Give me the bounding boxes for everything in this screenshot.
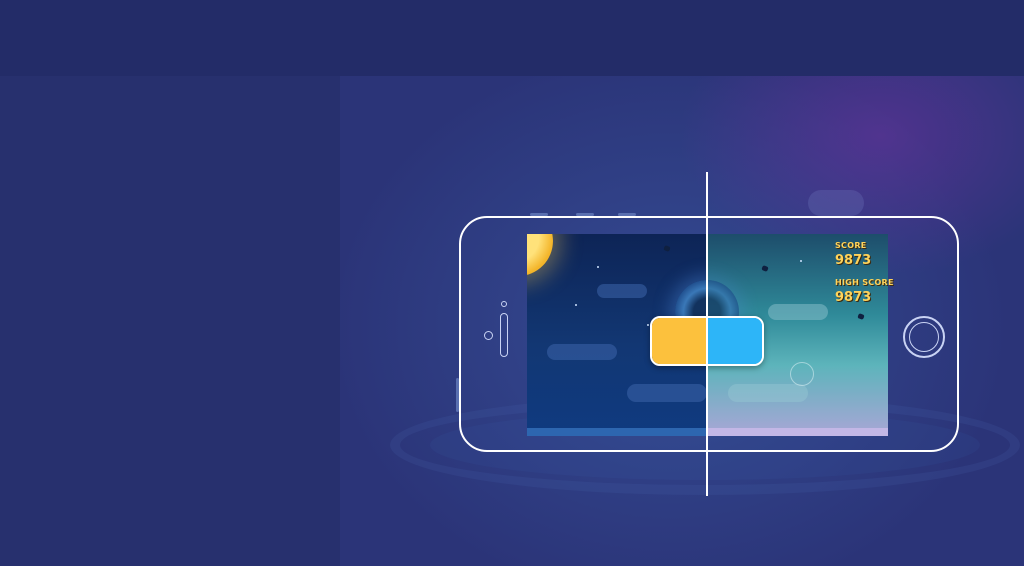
background-cloud: [808, 190, 864, 216]
home-button-icon: [903, 316, 945, 358]
score-label: SCORE: [835, 241, 867, 250]
star-icon: [647, 324, 649, 326]
ground: [527, 428, 708, 436]
cloud-icon: [597, 284, 647, 298]
score-value: 9873: [835, 253, 872, 268]
star-icon: [575, 304, 577, 306]
toggle-day-half[interactable]: [652, 318, 708, 364]
star-icon: [597, 266, 599, 268]
toggle-night-half[interactable]: [708, 318, 762, 364]
phone-sensor: [501, 301, 507, 307]
cloud-icon: [768, 304, 828, 320]
cloud-icon: [547, 344, 617, 360]
bubble-icon: [790, 362, 814, 386]
cloud-icon: [728, 384, 808, 402]
top-banner: [0, 0, 1024, 76]
asteroid-icon: [857, 313, 865, 320]
asteroid-icon: [761, 265, 769, 272]
cloud-icon: [627, 384, 707, 402]
star-icon: [800, 260, 802, 262]
high-score-label: HIGH SCORE: [835, 278, 894, 287]
phone-speaker: [500, 313, 508, 357]
asteroid-icon: [663, 245, 671, 252]
high-score-value: 9873: [835, 290, 872, 305]
sun-icon: [527, 234, 553, 276]
phone-camera-icon: [484, 331, 493, 340]
ground: [708, 428, 888, 436]
comparison-divider[interactable]: [706, 172, 708, 496]
